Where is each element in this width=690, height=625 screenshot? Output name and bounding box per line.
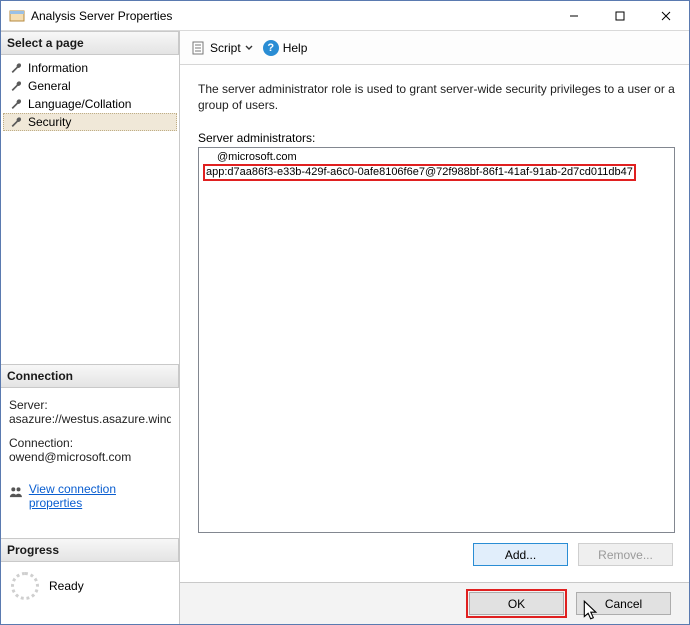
server-administrators-list[interactable]: @microsoft.com app:d7aa86f3-e33b-429f-a6…: [198, 147, 675, 533]
page-list: Information General Language/Collation S…: [1, 55, 179, 135]
help-button[interactable]: ? Help: [263, 40, 308, 56]
help-icon: ?: [263, 40, 279, 56]
server-value: asazure://westus.asazure.windows: [9, 412, 171, 426]
page-information[interactable]: Information: [3, 59, 177, 77]
admin-list-label: Server administrators:: [198, 131, 675, 145]
connection-value: owend@microsoft.com: [9, 450, 171, 464]
connection-header: Connection: [1, 364, 179, 388]
view-connection-properties-link[interactable]: View connection properties: [29, 482, 171, 510]
chevron-down-icon: [245, 44, 253, 52]
progress-header: Progress: [1, 538, 179, 562]
window-title: Analysis Server Properties: [31, 9, 551, 23]
list-item[interactable]: @microsoft.com: [199, 150, 674, 165]
ok-button[interactable]: OK: [469, 592, 564, 615]
right-panel: Script ? Help The server administrator r…: [180, 31, 689, 624]
progress-panel: Ready: [1, 562, 179, 610]
titlebar: Analysis Server Properties: [1, 1, 689, 31]
add-button[interactable]: Add...: [473, 543, 568, 566]
close-button[interactable]: [643, 1, 689, 30]
wrench-icon: [9, 97, 23, 111]
people-icon: [9, 485, 23, 499]
window-controls: [551, 1, 689, 30]
page-label: General: [28, 79, 71, 93]
page-language-collation[interactable]: Language/Collation: [3, 95, 177, 113]
security-panel: The server administrator role is used to…: [180, 65, 689, 582]
wrench-icon: [9, 79, 23, 93]
connection-panel: Server: asazure://westus.asazure.windows…: [1, 388, 179, 516]
script-dropdown[interactable]: Script: [190, 40, 253, 56]
script-label: Script: [210, 41, 241, 55]
select-page-header: Select a page: [1, 31, 179, 55]
help-label: Help: [283, 41, 308, 55]
remove-button[interactable]: Remove...: [578, 543, 673, 566]
page-label: Information: [28, 61, 88, 75]
toolbar: Script ? Help: [180, 31, 689, 65]
wrench-icon: [9, 61, 23, 75]
minimize-button[interactable]: [551, 1, 597, 30]
page-general[interactable]: General: [3, 77, 177, 95]
app-icon: [9, 8, 25, 24]
maximize-button[interactable]: [597, 1, 643, 30]
progress-status: Ready: [49, 579, 84, 593]
left-panel: Select a page Information General Langua…: [1, 31, 179, 624]
dialog-footer: OK Cancel: [180, 582, 689, 624]
server-label: Server:: [9, 398, 171, 412]
list-item[interactable]: app:d7aa86f3-e33b-429f-a6c0-0afe8106f6e7…: [204, 165, 635, 180]
progress-spinner-icon: [11, 572, 39, 600]
cancel-button[interactable]: Cancel: [576, 592, 671, 615]
wrench-icon: [9, 115, 23, 129]
connection-label: Connection:: [9, 436, 171, 450]
page-label: Security: [28, 115, 71, 129]
security-description: The server administrator role is used to…: [198, 81, 675, 113]
page-security[interactable]: Security: [3, 113, 177, 131]
script-icon: [190, 40, 206, 56]
page-label: Language/Collation: [28, 97, 131, 111]
